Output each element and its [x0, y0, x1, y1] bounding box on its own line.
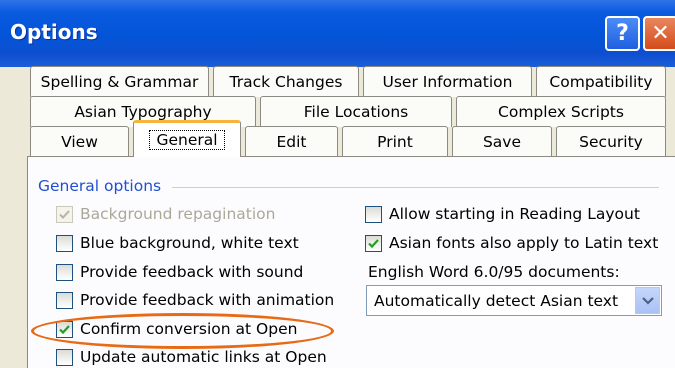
confirm-conversion-label: Confirm conversion at Open: [80, 320, 298, 338]
group-title: General options: [38, 177, 166, 195]
tab-security[interactable]: Security: [556, 126, 666, 157]
tab-label: Spelling & Grammar: [40, 73, 199, 91]
tab-edit[interactable]: Edit: [245, 126, 338, 157]
tab-label: User Information: [382, 73, 513, 91]
update-links-checkbox[interactable]: [56, 349, 73, 366]
tab-complex-scripts[interactable]: Complex Scripts: [456, 96, 666, 127]
tab-save[interactable]: Save: [452, 126, 552, 157]
asian-fonts-label: Asian fonts also apply to Latin text: [389, 234, 659, 252]
update-links-label: Update automatic links at Open: [80, 348, 327, 366]
confirm-conversion-checkbox[interactable]: [56, 321, 73, 338]
tab-file-locations[interactable]: File Locations: [260, 96, 452, 127]
tab-label: View: [61, 133, 98, 151]
tab-print[interactable]: Print: [342, 126, 448, 157]
tab-view[interactable]: View: [30, 126, 129, 157]
tab-label: Edit: [276, 133, 307, 151]
feedback-sound-label: Provide feedback with sound: [80, 263, 304, 281]
title-bar[interactable]: Options ? ✕: [0, 0, 675, 67]
tab-label: Complex Scripts: [498, 103, 624, 121]
tab-user-information[interactable]: User Information: [363, 66, 532, 97]
window-title: Options: [10, 20, 98, 44]
tab-label: General: [149, 130, 225, 150]
chevron-down-icon: [641, 296, 654, 305]
tab-label: Print: [377, 133, 413, 151]
tab-label: Asian Typography: [74, 103, 212, 121]
tab-label: Security: [579, 133, 643, 151]
help-icon: ?: [616, 21, 629, 46]
dropdown-button[interactable]: [635, 287, 660, 314]
tab-label: File Locations: [303, 103, 409, 121]
feedback-sound-checkbox[interactable]: [56, 264, 73, 281]
tab-general[interactable]: General: [133, 120, 241, 157]
english-word-label: English Word 6.0/95 documents:: [368, 263, 620, 281]
tab-spelling-grammar[interactable]: Spelling & Grammar: [30, 66, 209, 97]
checkmark-icon: [59, 325, 70, 335]
tab-label: Compatibility: [549, 73, 653, 91]
group-divider: [172, 187, 659, 188]
english-word-select-value: Automatically detect Asian text: [374, 292, 619, 310]
checkmark-icon: [368, 239, 379, 249]
help-button[interactable]: ?: [605, 16, 640, 51]
tab-track-changes[interactable]: Track Changes: [213, 66, 359, 97]
asian-fonts-checkbox[interactable]: [365, 235, 382, 252]
close-button[interactable]: ✕: [643, 16, 675, 51]
close-icon: ✕: [651, 21, 670, 46]
blue-background-label: Blue background, white text: [80, 234, 299, 252]
reading-layout-checkbox[interactable]: [365, 206, 382, 223]
feedback-animation-label: Provide feedback with animation: [80, 291, 335, 309]
blue-background-checkbox[interactable]: [56, 235, 73, 252]
feedback-animation-checkbox[interactable]: [56, 292, 73, 309]
reading-layout-label: Allow starting in Reading Layout: [389, 205, 640, 223]
tab-label: Save: [482, 133, 522, 151]
tab-label: Track Changes: [229, 73, 343, 91]
background-repagination-label: Background repagination: [80, 205, 276, 223]
tab-compatibility[interactable]: Compatibility: [536, 66, 666, 97]
checkmark-icon: [59, 210, 70, 219]
background-repagination-checkbox[interactable]: [56, 206, 73, 223]
options-dialog: Options ? ✕ Spelling & Grammar Track Cha…: [0, 0, 675, 368]
english-word-select[interactable]: Automatically detect Asian text: [366, 285, 662, 316]
